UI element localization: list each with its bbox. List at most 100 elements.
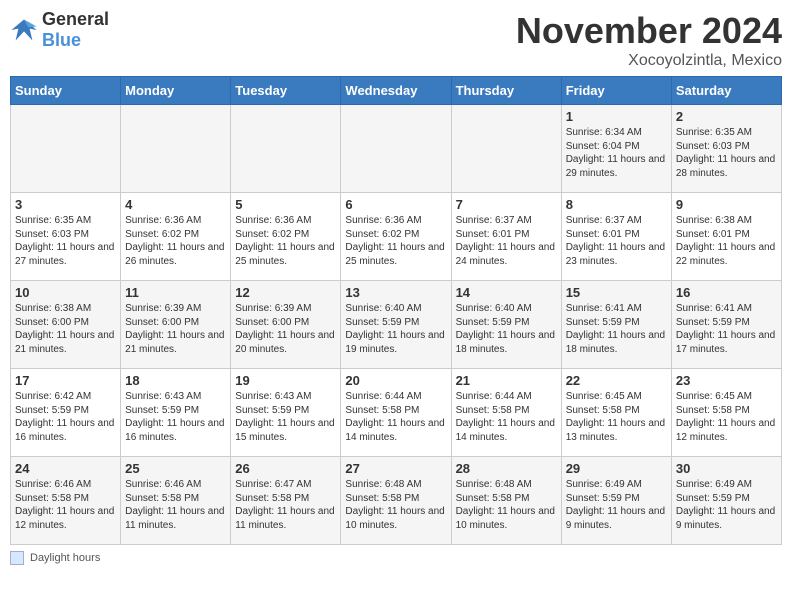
day-detail: Sunrise: 6:39 AM Sunset: 6:00 PM Dayligh…: [235, 302, 336, 356]
calendar-day-9: 9 Sunrise: 6:38 AM Sunset: 6:01 PM Daylig…: [671, 193, 781, 281]
day-detail: Sunrise: 6:41 AM Sunset: 5:59 PM Dayligh…: [566, 302, 667, 356]
day-detail: Sunrise: 6:49 AM Sunset: 5:59 PM Dayligh…: [676, 478, 777, 532]
day-detail: Sunrise: 6:48 AM Sunset: 5:58 PM Dayligh…: [345, 478, 446, 532]
header: General Blue November 2024 Xocoyolzintla…: [10, 10, 782, 70]
day-number: 5: [235, 197, 336, 212]
day-header-sunday: Sunday: [11, 77, 121, 105]
day-number: 16: [676, 285, 777, 300]
day-header-saturday: Saturday: [671, 77, 781, 105]
calendar-day-27: 27 Sunrise: 6:48 AM Sunset: 5:58 PM Dayli…: [341, 457, 451, 545]
calendar-day-17: 17 Sunrise: 6:42 AM Sunset: 5:59 PM Dayli…: [11, 369, 121, 457]
calendar-day-8: 8Sunrise: 6:37 AM Sunset: 6:01 PM Daylig…: [561, 193, 671, 281]
calendar-day-25: 25 Sunrise: 6:46 AM Sunset: 5:58 PM Dayli…: [121, 457, 231, 545]
calendar-day-empty: [341, 105, 451, 193]
day-number: 9: [676, 197, 777, 212]
calendar-day-empty: [11, 105, 121, 193]
day-detail: Sunrise: 6:43 AM Sunset: 5:59 PM Dayligh…: [125, 390, 226, 444]
calendar-day-21: 21Sunrise: 6:44 AM Sunset: 5:58 PM Dayli…: [451, 369, 561, 457]
footer-note: Daylight hours: [10, 551, 782, 565]
day-header-tuesday: Tuesday: [231, 77, 341, 105]
calendar-day-29: 29 Sunrise: 6:49 AM Sunset: 5:59 PM Dayli…: [561, 457, 671, 545]
day-number: 25: [125, 461, 226, 476]
day-detail: Sunrise: 6:49 AM Sunset: 5:59 PM Dayligh…: [566, 478, 667, 532]
day-detail: Sunrise: 6:46 AM Sunset: 5:58 PM Dayligh…: [15, 478, 116, 532]
calendar-week-row: 1Sunrise: 6:34 AM Sunset: 6:04 PM Daylig…: [11, 105, 782, 193]
day-detail: Sunrise: 6:40 AM Sunset: 5:59 PM Dayligh…: [345, 302, 446, 356]
day-detail: Sunrise: 6:44 AM Sunset: 5:58 PM Dayligh…: [456, 390, 557, 444]
day-number: 19: [235, 373, 336, 388]
calendar-day-empty: [451, 105, 561, 193]
calendar-day-15: 15 Sunrise: 6:41 AM Sunset: 5:59 PM Dayli…: [561, 281, 671, 369]
day-detail: Sunrise: 6:36 AM Sunset: 6:02 PM Dayligh…: [345, 214, 446, 268]
month-title: November 2024: [516, 10, 782, 52]
calendar-day-22: 22 Sunrise: 6:45 AM Sunset: 5:58 PM Dayli…: [561, 369, 671, 457]
calendar-day-14: 14 Sunrise: 6:40 AM Sunset: 5:59 PM Dayli…: [451, 281, 561, 369]
day-detail: Sunrise: 6:46 AM Sunset: 5:58 PM Dayligh…: [125, 478, 226, 532]
day-detail: Sunrise: 6:36 AM Sunset: 6:02 PM Dayligh…: [125, 214, 226, 268]
day-detail: Sunrise: 6:47 AM Sunset: 5:58 PM Dayligh…: [235, 478, 336, 532]
day-number: 26: [235, 461, 336, 476]
day-number: 20: [345, 373, 446, 388]
day-number: 23: [676, 373, 777, 388]
day-detail: Sunrise: 6:36 AM Sunset: 6:02 PM Dayligh…: [235, 214, 336, 268]
day-number: 13: [345, 285, 446, 300]
calendar-week-row: 3Sunrise: 6:35 AM Sunset: 6:03 PM Daylig…: [11, 193, 782, 281]
day-number: 4: [125, 197, 226, 212]
calendar-day-3: 3Sunrise: 6:35 AM Sunset: 6:03 PM Daylig…: [11, 193, 121, 281]
day-number: 2: [676, 109, 777, 124]
calendar-day-16: 16 Sunrise: 6:41 AM Sunset: 5:59 PM Dayli…: [671, 281, 781, 369]
calendar-day-1: 1Sunrise: 6:34 AM Sunset: 6:04 PM Daylig…: [561, 105, 671, 193]
day-number: 28: [456, 461, 557, 476]
logo: General Blue: [10, 10, 109, 51]
day-number: 22: [566, 373, 667, 388]
calendar-day-12: 12 Sunrise: 6:39 AM Sunset: 6:00 PM Dayli…: [231, 281, 341, 369]
daylight-label: Daylight hours: [30, 552, 100, 564]
day-detail: Sunrise: 6:43 AM Sunset: 5:59 PM Dayligh…: [235, 390, 336, 444]
day-number: 29: [566, 461, 667, 476]
day-detail: Sunrise: 6:38 AM Sunset: 6:01 PM Dayligh…: [676, 214, 777, 268]
calendar-day-11: 11 Sunrise: 6:39 AM Sunset: 6:00 PM Dayli…: [121, 281, 231, 369]
calendar-table: SundayMondayTuesdayWednesdayThursdayFrid…: [10, 76, 782, 545]
calendar-week-row: 17 Sunrise: 6:42 AM Sunset: 5:59 PM Dayli…: [11, 369, 782, 457]
day-number: 17: [15, 373, 116, 388]
logo-bird-icon: [10, 16, 38, 44]
calendar-week-row: 10Sunrise: 6:38 AM Sunset: 6:00 PM Dayli…: [11, 281, 782, 369]
day-detail: Sunrise: 6:42 AM Sunset: 5:59 PM Dayligh…: [15, 390, 116, 444]
day-number: 6: [345, 197, 446, 212]
day-number: 18: [125, 373, 226, 388]
calendar-day-18: 18 Sunrise: 6:43 AM Sunset: 5:59 PM Dayli…: [121, 369, 231, 457]
day-number: 27: [345, 461, 446, 476]
day-number: 7: [456, 197, 557, 212]
day-number: 11: [125, 285, 226, 300]
day-number: 30: [676, 461, 777, 476]
day-number: 15: [566, 285, 667, 300]
day-detail: Sunrise: 6:34 AM Sunset: 6:04 PM Dayligh…: [566, 126, 667, 180]
day-detail: Sunrise: 6:48 AM Sunset: 5:58 PM Dayligh…: [456, 478, 557, 532]
day-header-wednesday: Wednesday: [341, 77, 451, 105]
calendar-day-4: 4 Sunrise: 6:36 AM Sunset: 6:02 PM Daylig…: [121, 193, 231, 281]
day-detail: Sunrise: 6:44 AM Sunset: 5:58 PM Dayligh…: [345, 390, 446, 444]
day-number: 3: [15, 197, 116, 212]
calendar-day-empty: [121, 105, 231, 193]
day-detail: Sunrise: 6:35 AM Sunset: 6:03 PM Dayligh…: [676, 126, 777, 180]
calendar-day-19: 19 Sunrise: 6:43 AM Sunset: 5:59 PM Dayli…: [231, 369, 341, 457]
day-detail: Sunrise: 6:38 AM Sunset: 6:00 PM Dayligh…: [15, 302, 116, 356]
day-detail: Sunrise: 6:40 AM Sunset: 5:59 PM Dayligh…: [456, 302, 557, 356]
calendar-day-20: 20 Sunrise: 6:44 AM Sunset: 5:58 PM Dayli…: [341, 369, 451, 457]
logo-general: General: [42, 10, 109, 30]
day-detail: Sunrise: 6:45 AM Sunset: 5:58 PM Dayligh…: [676, 390, 777, 444]
title-area: November 2024 Xocoyolzintla, Mexico: [516, 10, 782, 70]
day-detail: Sunrise: 6:41 AM Sunset: 5:59 PM Dayligh…: [676, 302, 777, 356]
calendar-day-30: 30 Sunrise: 6:49 AM Sunset: 5:59 PM Dayli…: [671, 457, 781, 545]
day-detail: Sunrise: 6:45 AM Sunset: 5:58 PM Dayligh…: [566, 390, 667, 444]
day-number: 14: [456, 285, 557, 300]
day-detail: Sunrise: 6:39 AM Sunset: 6:00 PM Dayligh…: [125, 302, 226, 356]
calendar-day-23: 23 Sunrise: 6:45 AM Sunset: 5:58 PM Dayli…: [671, 369, 781, 457]
day-number: 12: [235, 285, 336, 300]
day-detail: Sunrise: 6:37 AM Sunset: 6:01 PM Dayligh…: [456, 214, 557, 268]
logo-blue: Blue: [42, 30, 109, 51]
day-detail: Sunrise: 6:37 AM Sunset: 6:01 PM Dayligh…: [566, 214, 667, 268]
calendar-day-13: 13 Sunrise: 6:40 AM Sunset: 5:59 PM Dayli…: [341, 281, 451, 369]
calendar-day-6: 6 Sunrise: 6:36 AM Sunset: 6:02 PM Daylig…: [341, 193, 451, 281]
calendar-day-5: 5 Sunrise: 6:36 AM Sunset: 6:02 PM Daylig…: [231, 193, 341, 281]
